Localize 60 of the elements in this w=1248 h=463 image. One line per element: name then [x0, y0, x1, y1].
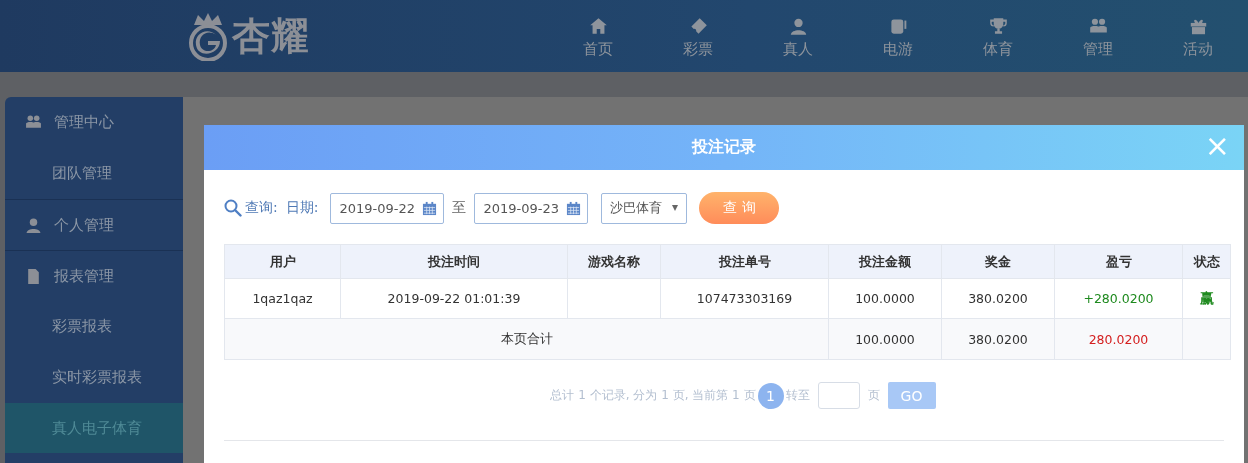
nav-link[interactable]: 活动 — [1183, 40, 1213, 59]
sidebar-item[interactable]: 管理中心 — [5, 97, 183, 148]
sidebar-item[interactable]: 实时彩票报表 — [5, 352, 183, 403]
home-icon — [588, 17, 608, 36]
table-cell: 1qaz1qaz — [252, 291, 313, 306]
column-header: 投注单号 — [660, 244, 829, 279]
nav-link[interactable]: 管理 — [1083, 40, 1113, 59]
table-cell: 赢 — [1199, 289, 1214, 306]
pagination-summary: 总计 1 个记录, 分为 1 页, 当前第 1 页 — [550, 387, 756, 404]
column-header: 奖金 — [941, 244, 1055, 279]
search-button[interactable]: 查 询 — [699, 192, 780, 224]
goto-label: 转至 — [785, 387, 810, 404]
page-number[interactable]: 1 — [757, 382, 784, 409]
crowned-emblem-icon — [186, 11, 230, 61]
table-cell: 100.0000 — [855, 331, 915, 347]
range-separator: 至 — [452, 199, 467, 217]
table-cell: +280.0200 — [1083, 291, 1154, 306]
query-label: 查询: — [245, 199, 278, 217]
dialog-title: 投注记录 — [692, 137, 756, 158]
column-header: 盈亏 — [1054, 244, 1183, 279]
column-header: 游戏名称 — [567, 244, 661, 279]
date-field[interactable]: 2019-09-23 — [474, 192, 589, 224]
nav-link[interactable]: 真人 — [783, 40, 813, 59]
sidebar-item[interactable]: 团队管理 — [5, 148, 183, 199]
table-cell: 2019-09-22 01:01:39 — [387, 291, 521, 306]
nav-link[interactable]: 彩票 — [683, 40, 713, 59]
page-input[interactable] — [817, 382, 860, 409]
gift-icon — [1188, 17, 1208, 36]
table-cell: 380.0200 — [968, 331, 1028, 347]
column-header: 用户 — [224, 244, 341, 279]
sidebar-item[interactable]: 彩票报表 — [5, 301, 183, 352]
caret-icon — [672, 205, 679, 211]
column-header: 投注金额 — [828, 244, 942, 279]
nav-link[interactable]: 电游 — [883, 40, 913, 59]
person-icon — [25, 216, 42, 234]
column-header: 投注时间 — [340, 244, 568, 279]
table-cell: 280.0200 — [1088, 331, 1149, 347]
nav-link[interactable]: 体育 — [983, 40, 1013, 59]
date-field[interactable]: 2019-09-22 — [330, 192, 445, 224]
person-icon — [788, 17, 808, 36]
nav-link[interactable]: 首页 — [583, 40, 613, 59]
calendar-icon[interactable] — [422, 200, 438, 216]
table-cell: 100.0000 — [855, 291, 915, 306]
search-icon — [224, 199, 242, 217]
calendar-icon[interactable] — [566, 200, 582, 216]
column-header: 状态 — [1182, 244, 1231, 279]
slot-machine-icon — [888, 17, 908, 36]
table-cell: 107473303169 — [696, 291, 793, 306]
date-label: 日期: — [285, 199, 319, 217]
ticket-icon — [688, 17, 708, 36]
logo-text: 杏耀 — [232, 17, 310, 55]
group-icon — [25, 114, 42, 131]
close-button[interactable]: × — [1200, 131, 1234, 161]
total-label: 本页合计 — [500, 330, 553, 346]
table-cell: 380.0200 — [968, 291, 1028, 306]
go-button[interactable]: GO — [887, 382, 936, 409]
platform-dropdown[interactable]: 沙巴体育 — [601, 192, 688, 224]
document-icon — [25, 267, 42, 285]
trophy-icon — [988, 17, 1008, 36]
page-unit-label: 页 — [867, 387, 880, 404]
